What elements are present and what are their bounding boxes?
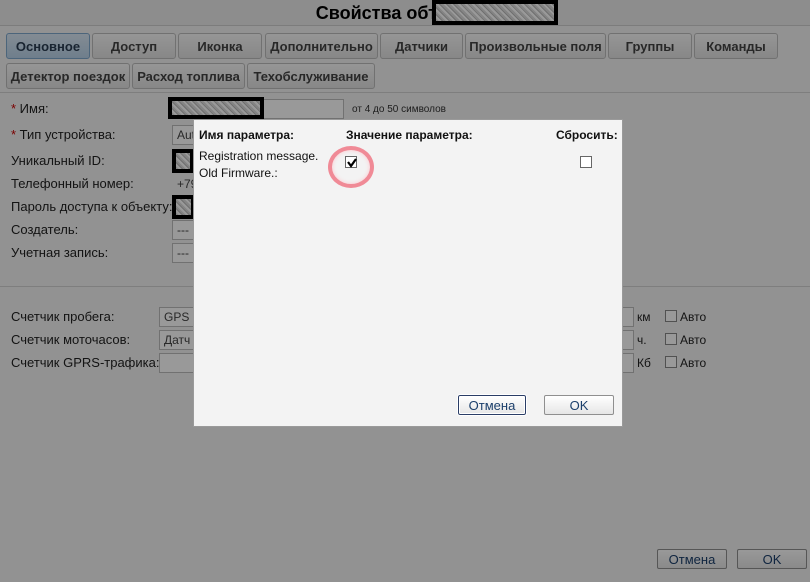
param-name-line2: Old Firmware.: [199,166,278,180]
dialog-cancel-button[interactable]: Отмена [457,394,527,416]
highlight-circle [328,146,374,188]
param-value-header: Значение параметра: [346,128,473,142]
dialog-ok-button[interactable]: OK [544,395,614,415]
param-reset-header: Сбросить: [556,128,618,142]
param-name-line1: Registration message. [199,149,319,163]
param-reset-checkbox[interactable] [580,156,592,168]
param-name-header: Имя параметра: [199,128,295,142]
parameters-dialog: Имя параметра: Значение параметра: Сброс… [193,119,623,427]
